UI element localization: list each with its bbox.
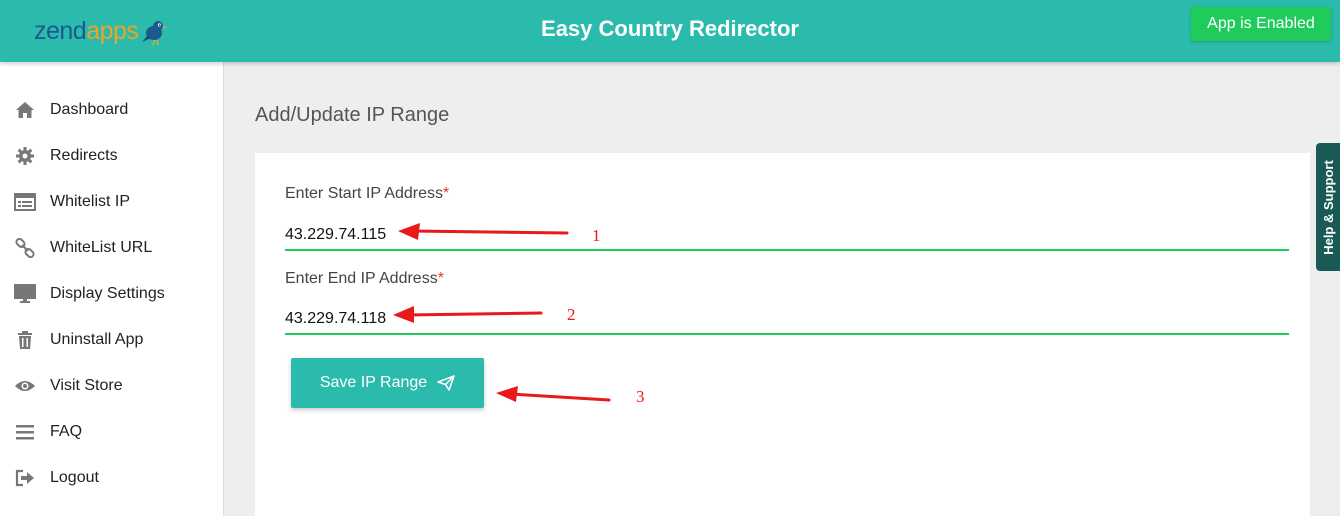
app-title: Easy Country Redirector bbox=[541, 16, 799, 41]
gear-icon bbox=[14, 145, 36, 167]
sidebar-item-label: WhiteList URL bbox=[50, 239, 153, 256]
save-button-label: Save IP Range bbox=[319, 374, 428, 391]
logout-icon bbox=[14, 467, 36, 489]
annotation-number-1: 1 bbox=[592, 226, 601, 245]
sidebar-item-label: Visit Store bbox=[50, 377, 123, 394]
sidebar-item-whitelist-url[interactable]: WhiteList URL bbox=[0, 228, 224, 268]
top-bar: zend apps Easy Country Redirector App is … bbox=[0, 0, 1340, 62]
app-enabled-button[interactable]: App is Enabled bbox=[1191, 7, 1331, 41]
help-support-label: Help & Support bbox=[1320, 159, 1336, 255]
sidebar-item-label: Uninstall App bbox=[50, 331, 144, 348]
sidebar-item-label: Display Settings bbox=[50, 285, 165, 302]
sidebar-item-label: FAQ bbox=[50, 423, 83, 440]
sidebar-item-uninstall-app[interactable]: Uninstall App bbox=[0, 320, 224, 360]
sidebar-item-label: Dashboard bbox=[50, 101, 129, 118]
monitor-icon bbox=[14, 283, 36, 305]
save-ip-range-button[interactable]: Save IP Range bbox=[291, 358, 484, 408]
start-ip-input[interactable] bbox=[285, 221, 1289, 251]
required-marker: * bbox=[443, 185, 450, 202]
trash-icon bbox=[14, 329, 36, 351]
end-ip-input[interactable] bbox=[285, 305, 1289, 335]
sidebar-item-display-settings[interactable]: Display Settings bbox=[0, 274, 224, 314]
sidebar-item-whitelist-ip[interactable]: Whitelist IP bbox=[0, 182, 224, 222]
menu-icon bbox=[14, 421, 36, 443]
list-icon bbox=[14, 191, 36, 213]
sidebar-item-dashboard[interactable]: Dashboard bbox=[0, 90, 224, 130]
start-ip-label: Enter Start IP Address* bbox=[285, 185, 450, 202]
sidebar-item-label: Whitelist IP bbox=[50, 193, 131, 210]
required-marker: * bbox=[437, 270, 444, 287]
eye-icon bbox=[14, 375, 36, 397]
sidebar-item-redirects[interactable]: Redirects bbox=[0, 136, 224, 176]
sidebar-item-label: Redirects bbox=[50, 147, 118, 164]
sidebar-item-label: Logout bbox=[50, 469, 99, 486]
sidebar: Dashboard Redirects Whitelist IP WhiteLi… bbox=[0, 62, 224, 516]
sidebar-item-faq[interactable]: FAQ bbox=[0, 412, 224, 452]
sidebar-item-logout[interactable]: Logout bbox=[0, 458, 224, 498]
end-ip-label: Enter End IP Address* bbox=[285, 270, 444, 287]
annotation-number-2: 2 bbox=[567, 305, 576, 324]
link-icon bbox=[14, 237, 36, 259]
help-support-tab[interactable]: Help & Support bbox=[1316, 143, 1340, 271]
page-title: Add/Update IP Range bbox=[255, 104, 450, 126]
annotation-number-3: 3 bbox=[636, 387, 645, 406]
send-icon bbox=[437, 375, 455, 391]
sidebar-item-visit-store[interactable]: Visit Store bbox=[0, 366, 224, 406]
home-icon bbox=[14, 99, 36, 121]
